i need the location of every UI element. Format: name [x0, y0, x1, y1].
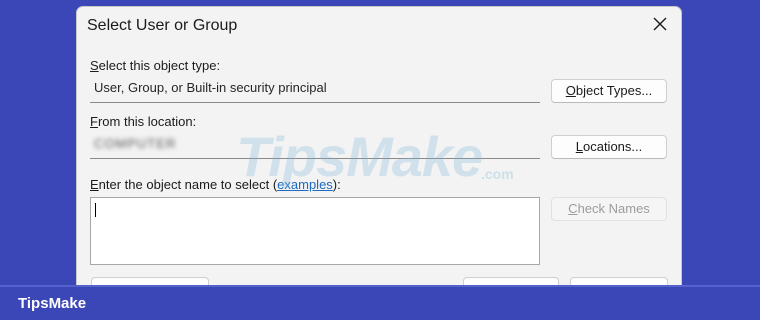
- object-type-label: Select this object type:: [90, 58, 221, 73]
- examples-link[interactable]: examples: [277, 177, 333, 192]
- locations-button[interactable]: Locations...: [551, 135, 667, 159]
- location-field: COMPUTER: [90, 133, 540, 159]
- dialog-title: Select User or Group: [87, 17, 238, 34]
- footer-brand: TipsMake: [18, 295, 87, 312]
- object-type-value: User, Group, or Built-in security princi…: [94, 80, 327, 95]
- location-value: COMPUTER: [94, 136, 177, 151]
- location-label: From this location:: [90, 114, 197, 129]
- object-name-label: Enter the object name to select (example…: [90, 177, 341, 192]
- object-name-input[interactable]: [90, 197, 540, 265]
- object-types-button[interactable]: Object Types...: [551, 79, 667, 103]
- text-caret: [95, 203, 96, 217]
- check-names-button[interactable]: Check Names: [551, 197, 667, 221]
- select-user-or-group-dialog: Select User or Group Select this object …: [76, 6, 682, 306]
- close-button[interactable]: [647, 13, 673, 39]
- close-icon: [653, 17, 667, 36]
- object-type-field: User, Group, or Built-in security princi…: [90, 77, 540, 103]
- footer-bar: TipsMake: [0, 285, 760, 320]
